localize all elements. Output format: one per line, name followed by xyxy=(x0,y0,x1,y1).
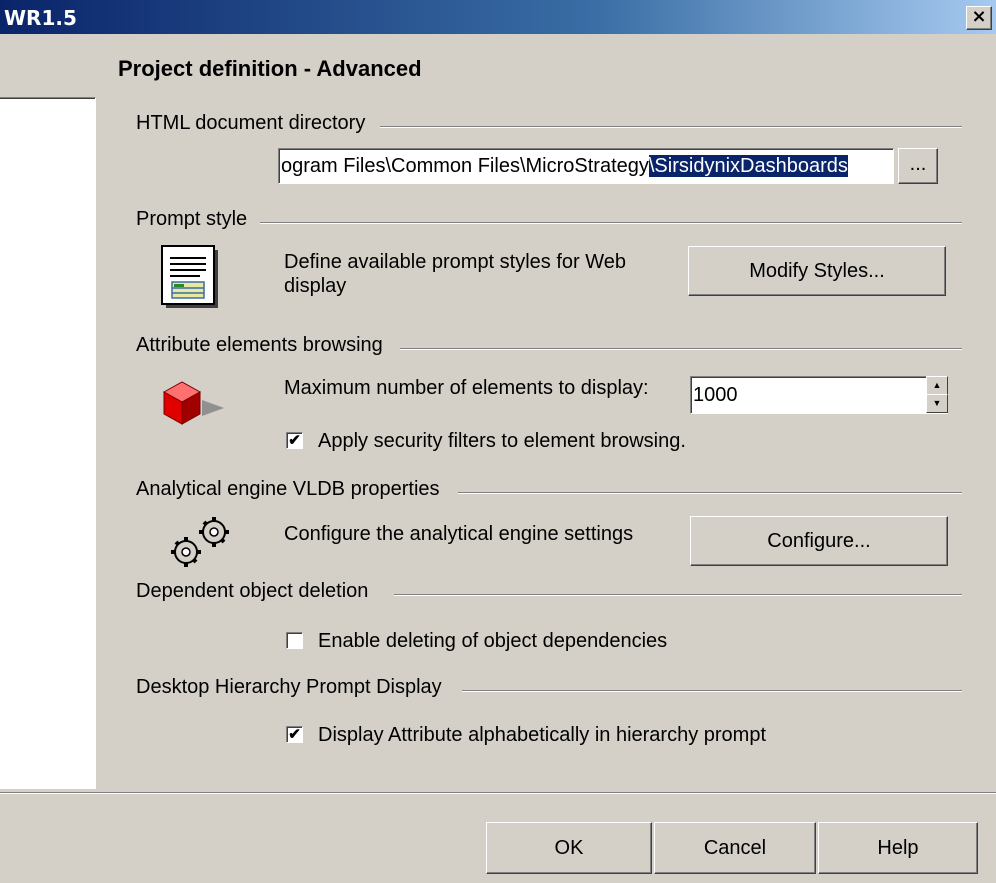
display-alphabetically-label: Display Attribute alphabetically in hier… xyxy=(318,724,766,746)
cancel-button[interactable]: Cancel xyxy=(654,822,816,874)
enable-deleting-label: Enable deleting of object dependencies xyxy=(318,630,668,652)
footer-separator xyxy=(0,792,996,794)
page-title: Project definition - Advanced xyxy=(118,56,422,81)
document-list-icon xyxy=(160,244,230,319)
prompt-style-description: Define available prompt styles for Web d… xyxy=(284,251,627,297)
group-divider xyxy=(462,690,962,692)
spin-down-button[interactable]: ▼ xyxy=(926,394,948,413)
modify-styles-button[interactable]: Modify Styles... xyxy=(688,246,946,296)
html-dir-path-selected: \SirsidynixDashboards xyxy=(648,155,848,177)
html-dir-path: ogram Files\Common Files\MicroStrategy xyxy=(281,155,649,177)
html-dir-group-label: HTML document directory xyxy=(136,112,368,135)
max-elements-label: Maximum number of elements to display: xyxy=(284,377,649,399)
max-elements-input[interactable]: 1000 xyxy=(690,376,948,414)
hierarchy-group-label: Desktop Hierarchy Prompt Display xyxy=(136,676,444,699)
gears-icon xyxy=(166,512,236,577)
prompt-style-group-label: Prompt style xyxy=(136,208,250,231)
enable-deleting-checkbox[interactable] xyxy=(286,632,303,649)
left-navigation-panel[interactable] xyxy=(0,97,96,789)
group-divider xyxy=(380,126,962,128)
group-divider xyxy=(458,492,962,494)
title-bar: WR1.5 × xyxy=(0,0,996,34)
close-button[interactable]: × xyxy=(966,6,992,30)
window-title: WR1.5 xyxy=(4,6,77,30)
group-divider xyxy=(394,594,962,596)
configure-button[interactable]: Configure... xyxy=(690,516,948,566)
attr-browsing-group-label: Attribute elements browsing xyxy=(136,334,385,357)
dep-deletion-group-label: Dependent object deletion xyxy=(136,580,371,603)
max-elements-value: 1000 xyxy=(693,384,738,406)
security-filters-checkbox[interactable]: ✔ xyxy=(286,432,303,449)
vldb-description: Configure the analytical engine settings xyxy=(284,523,634,545)
group-divider xyxy=(260,222,962,224)
display-alphabetically-checkbox[interactable]: ✔ xyxy=(286,726,303,743)
group-divider xyxy=(400,348,962,350)
html-dir-input[interactable]: ogram Files\Common Files\MicroStrategy\S… xyxy=(278,148,894,184)
spin-up-button[interactable]: ▲ xyxy=(926,376,948,395)
help-button[interactable]: Help xyxy=(818,822,978,874)
ok-button[interactable]: OK xyxy=(486,822,652,874)
security-filters-label: Apply security filters to element browsi… xyxy=(318,430,686,452)
red-cube-icon xyxy=(160,378,240,433)
browse-button[interactable]: ... xyxy=(898,148,938,184)
vldb-group-label: Analytical engine VLDB properties xyxy=(136,478,442,501)
